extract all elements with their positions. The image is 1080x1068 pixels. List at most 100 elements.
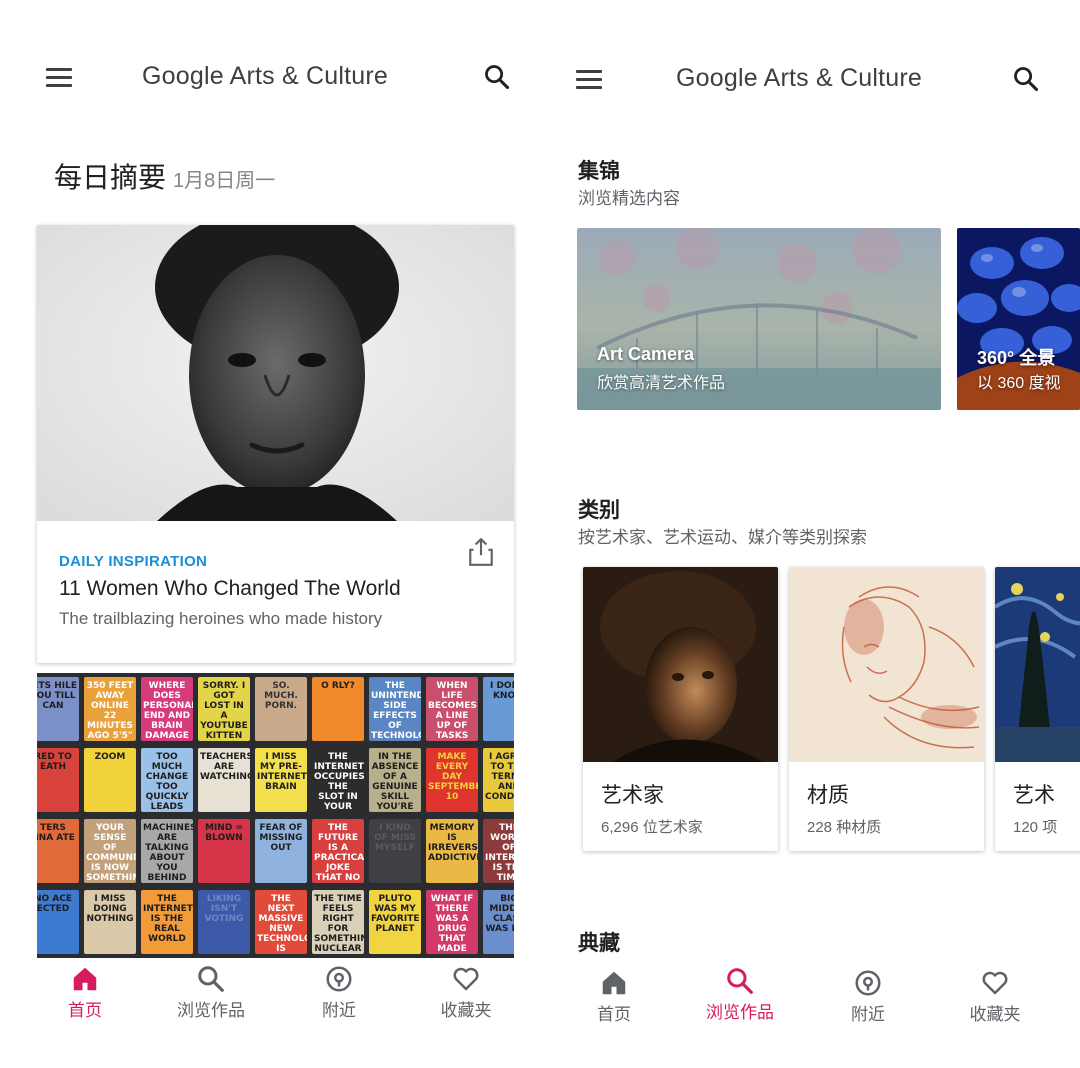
story-kicker: DAILY INSPIRATION [59, 553, 208, 570]
poster-tile: YOUR SENSE OF COMMUNITY IS NOW SOMETHING… [84, 819, 136, 883]
bottom-navigation: 首页 浏览作品 附近 收藏夹 [550, 958, 1080, 1068]
movements-count: 120 项 [1013, 819, 1058, 836]
brand-rest: Arts & Culture [223, 62, 388, 90]
artists-count: 6,296 位艺术家 [601, 819, 703, 836]
nav-nearby[interactable]: 附近 [808, 968, 928, 1025]
poster-tile: FEAR OF MISSING OUT [255, 819, 307, 883]
nav-favorites-label: 收藏夹 [969, 1005, 1021, 1024]
browse-screen: Google Arts & Culture 集锦 浏览精选内容 Art Came… [550, 0, 1080, 1068]
categories-subtitle: 按艺术家、艺术运动、媒介等类别探索 [578, 528, 867, 547]
nav-home-label: 首页 [68, 1001, 102, 1020]
movements-image [995, 567, 1080, 762]
art-camera-subtitle: 欣赏高清艺术作品 [597, 375, 726, 392]
location-pin-icon [855, 970, 881, 996]
search-icon[interactable] [1012, 65, 1040, 93]
nav-nearby-label: 附近 [851, 1005, 885, 1024]
story-title: 11 Women Who Changed The World [59, 577, 401, 600]
nav-home[interactable]: 首页 [554, 968, 674, 1025]
poster-tile: MACHINES ARE TALKING ABOUT YOU BEHIND YO… [141, 819, 193, 883]
nav-favorites[interactable]: 收藏夹 [935, 968, 1055, 1025]
heart-icon [453, 967, 479, 991]
panorama-360-card[interactable]: 360° 全景 以 360 度视 [957, 228, 1080, 410]
poster-tile: THE WORLD OF INTEREST IS THE TIME PASSES [483, 819, 514, 883]
category-card-artists[interactable]: 艺术家 6,296 位艺术家 [583, 567, 778, 851]
poster-tile: I MISS DOING NOTHING [84, 890, 136, 954]
poster-tile: PLUTO WAS MY FAVORITE PLANET [369, 890, 421, 954]
highlights-title: 集锦 [578, 160, 620, 183]
movements-title: 艺术 [1013, 784, 1055, 807]
app-logo: Google Arts & Culture [0, 62, 530, 91]
poster-tile: MIND = BLOWN [198, 819, 250, 883]
heart-icon [982, 971, 1008, 995]
poster-tile: TERS NNA ATE [37, 819, 79, 883]
poster-tile: MAKE EVERY DAY SEPTEMBER 10 [426, 748, 478, 812]
top-app-bar: Google Arts & Culture [550, 0, 1080, 160]
categories-title: 类别 [578, 499, 620, 522]
artists-title: 艺术家 [601, 784, 664, 807]
media-count: 228 种材质 [807, 819, 882, 836]
highlights-subtitle: 浏览精选内容 [578, 189, 680, 208]
nav-favorites[interactable]: 收藏夹 [406, 964, 526, 1021]
poster-tile: TEACHERS ARE WATCHING [198, 748, 250, 812]
category-card-media[interactable]: 材质 228 种材质 [789, 567, 984, 851]
poster-tile: THE INTERNET OCCUPIES THE SLOT IN YOUR H… [312, 748, 364, 812]
poster-tile: MEMORY IS IRREVERSIBLY ADDICTIVE [426, 819, 478, 883]
media-image [789, 567, 984, 762]
nav-browse[interactable]: 浏览作品 [680, 966, 800, 1023]
panorama-360-subtitle: 以 360 度视 [977, 375, 1061, 392]
poster-tile: WHAT IF THERE WAS A DRUG THAT MADE YOU F… [426, 890, 478, 954]
bottom-navigation: 首页 浏览作品 附近 收藏夹 [0, 958, 530, 1068]
poster-tile: THE FUTURE IS A PRACTICAL JOKE THAT NO O… [312, 819, 364, 883]
story-card[interactable]: DAILY INSPIRATION 11 Women Who Changed T… [37, 225, 514, 663]
poster-tile: THE TIME FEELS RIGHT FOR SOMETHING NUCLE… [312, 890, 364, 954]
search-icon [727, 968, 753, 994]
nav-nearby-label: 附近 [322, 1001, 356, 1020]
poster-tile: RED TO EATH [37, 748, 79, 812]
nav-browse[interactable]: 浏览作品 [151, 964, 271, 1021]
home-screen: Google Arts & Culture 每日摘要 1月8日周一 DAILY … [0, 0, 530, 1068]
poster-tile: THE INTERNET IS THE REAL WORLD [141, 890, 193, 954]
collections-title: 典藏 [578, 932, 620, 955]
art-camera-title: Art Camera [597, 344, 695, 364]
search-icon[interactable] [483, 63, 511, 91]
story-subtitle: The trailblazing heroines who made histo… [59, 609, 383, 628]
poster-tile: THE UNINTENDED SIDE EFFECTS OF TECHNOLOG… [369, 677, 421, 741]
nav-nearby[interactable]: 附近 [279, 964, 399, 1021]
art-camera-card[interactable]: Art Camera 欣赏高清艺术作品 [577, 228, 941, 410]
brand-rest: Arts & Culture [757, 64, 922, 92]
nav-home[interactable]: 首页 [25, 964, 145, 1021]
date-label: 1月8日周一 [173, 170, 276, 192]
poster-tile: O RLY? [312, 677, 364, 741]
page-title: 每日摘要 [54, 162, 167, 193]
search-icon [198, 966, 224, 992]
brand-google: Google [676, 64, 758, 92]
home-icon [602, 971, 626, 995]
panorama-360-title: 360° 全景 [977, 348, 1056, 368]
app-logo: Google Arts & Culture [550, 64, 1064, 93]
nav-home-label: 首页 [597, 1005, 631, 1024]
artwork-mosaic[interactable]: JETS HILE YOU TILL CAN350 FEET AWAY ONLI… [37, 673, 514, 958]
poster-tile: WHERE DOES PERSONALITY END AND BRAIN DAM… [141, 677, 193, 741]
artists-image [583, 567, 778, 762]
nav-browse-label: 浏览作品 [706, 1003, 774, 1022]
poster-tile: LIKING ISN'T VOTING [198, 890, 250, 954]
share-icon[interactable] [468, 537, 494, 567]
story-card-text: DAILY INSPIRATION 11 Women Who Changed T… [37, 521, 514, 663]
category-card-movements[interactable]: 艺术 120 项 [995, 567, 1080, 851]
poster-tile: ZOOM [84, 748, 136, 812]
poster-tile: WHEN LIFE BECOMES A LINE UP OF TASKS YOU… [426, 677, 478, 741]
poster-tile: I DON'T KNOW [483, 677, 514, 741]
poster-tile: JETS HILE YOU TILL CAN [37, 677, 79, 741]
poster-tile: SORRY. I GOT LOST IN A YOUTUBE KITTEN WA… [198, 677, 250, 741]
portrait-photo [37, 225, 514, 521]
top-app-bar: Google Arts & Culture [0, 0, 530, 160]
poster-tile: BIG MIDDLE CLASS WAS FUN [483, 890, 514, 954]
poster-tile: I KIND OF MISS MYSELF [369, 819, 421, 883]
home-icon [73, 967, 97, 991]
nav-favorites-label: 收藏夹 [440, 1001, 492, 1020]
brand-google: Google [142, 62, 224, 90]
poster-tile: NO ACE ECTED [37, 890, 79, 954]
poster-tile: THE NEXT MASSIVE NEW TECHNOLOGY IS ALREA… [255, 890, 307, 954]
poster-tile: 350 FEET AWAY ONLINE 22 MINUTES AGO 5'5"… [84, 677, 136, 741]
poster-tile: SO. MUCH. PORN. [255, 677, 307, 741]
